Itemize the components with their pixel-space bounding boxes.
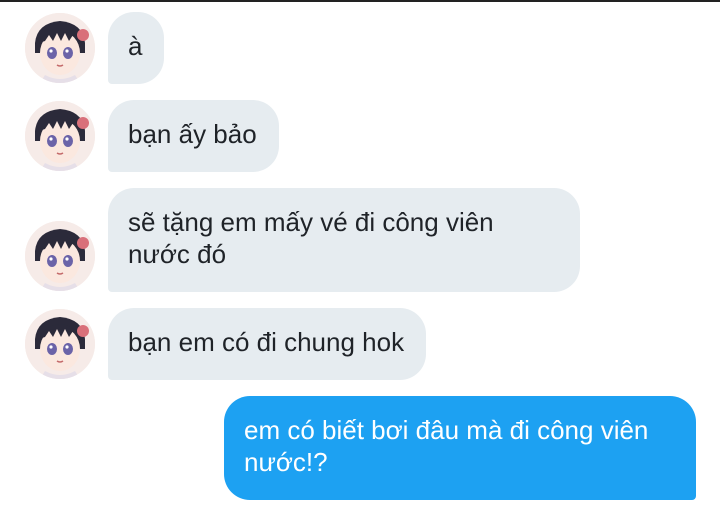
message-text: sẽ tặng em mấy vé đi công viên nước đó xyxy=(128,207,494,269)
incoming-message-bubble[interactable]: à xyxy=(108,12,165,84)
incoming-message-bubble[interactable]: sẽ tặng em mấy vé đi công viên nước đó xyxy=(108,188,580,292)
contact-avatar-icon[interactable] xyxy=(25,221,95,291)
message-text: à xyxy=(128,31,143,61)
contact-avatar-icon[interactable] xyxy=(25,13,95,83)
outgoing-message-bubble[interactable]: em có biết bơi đâu mà đi công viên nước!… xyxy=(224,396,696,500)
incoming-message-bubble[interactable]: bạn ấy bảo xyxy=(108,100,279,172)
incoming-message-bubble[interactable]: bạn em có đi chung hok xyxy=(108,308,427,380)
message-text: bạn em có đi chung hok xyxy=(128,327,405,357)
message-text: em có biết bơi đâu mà đi công viên nước!… xyxy=(244,415,649,477)
contact-avatar-icon[interactable] xyxy=(25,309,95,379)
message-text: bạn ấy bảo xyxy=(128,119,257,149)
contact-avatar-icon[interactable] xyxy=(25,101,95,171)
top-divider xyxy=(0,0,720,2)
